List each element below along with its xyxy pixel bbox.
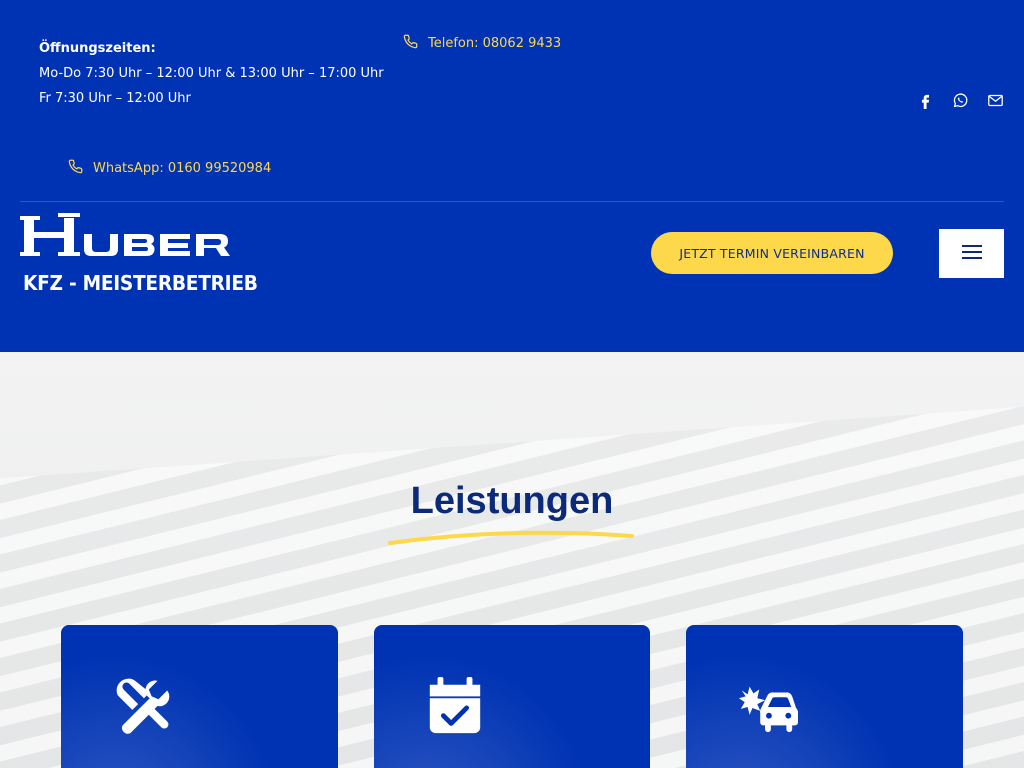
facebook-icon[interactable] [917, 92, 934, 109]
book-appointment-button[interactable]: JETZT TERMIN VEREINBAREN [651, 232, 893, 274]
whatsapp-icon[interactable] [952, 92, 969, 109]
tools-icon [116, 678, 170, 734]
opening-hours-title: Öffnungszeiten: [39, 41, 156, 56]
opening-hours-weekdays: Mo-Do 7:30 Uhr – 12:00 Uhr & 13:00 Uhr –… [39, 66, 384, 81]
service-card[interactable] [61, 625, 338, 768]
opening-hours: Öffnungszeiten: Mo-Do 7:30 Uhr – 12:00 U… [39, 36, 384, 111]
logo-subtitle: KFZ - MEISTERBETRIEB [23, 271, 258, 295]
opening-hours-friday: Fr 7:30 Uhr – 12:00 Uhr [39, 91, 191, 106]
logo-wordmark-huber [20, 213, 230, 256]
calendar-check-icon [429, 676, 481, 734]
whatsapp-link[interactable]: WhatsApp: 0160 99520984 [68, 159, 271, 178]
service-card[interactable] [374, 625, 650, 768]
header-divider [20, 201, 1004, 202]
phone-link[interactable]: Telefon: 08062 9433 [403, 34, 561, 53]
phone-text: Telefon: 08062 9433 [428, 36, 562, 51]
section-title: Leistungen [410, 480, 614, 522]
phone-icon [68, 159, 83, 178]
site-logo[interactable]: KFZ - MEISTERBETRIEB [20, 212, 260, 298]
mail-icon[interactable] [987, 92, 1004, 109]
services-section: Leistungen [0, 352, 1024, 768]
service-card[interactable] [686, 625, 963, 768]
phone-icon [403, 34, 418, 53]
site-header: Öffnungszeiten: Mo-Do 7:30 Uhr – 12:00 U… [0, 0, 1024, 352]
title-underline-decoration [388, 530, 634, 545]
whatsapp-text: WhatsApp: 0160 99520984 [93, 161, 272, 176]
hamburger-icon [961, 244, 982, 263]
car-crash-icon [738, 686, 798, 733]
menu-toggle-button[interactable] [939, 229, 1004, 278]
social-links [917, 92, 1004, 109]
